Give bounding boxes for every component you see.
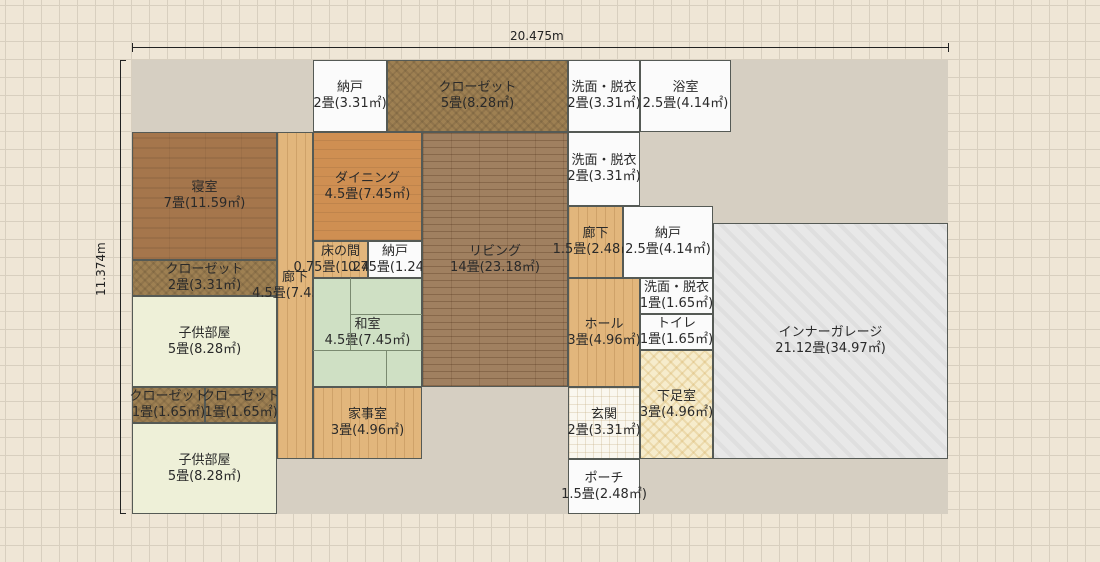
tatami-seam-3 — [313, 350, 422, 351]
room-kids-2[interactable]: 子供部屋 5畳(8.28㎡) — [132, 423, 277, 514]
height-dimension-tick-top — [120, 60, 126, 61]
room-name: 洗面・脱衣 — [571, 80, 637, 95]
room-genkan[interactable]: 玄関 2畳(3.31㎡) — [567, 387, 641, 459]
room-toilet[interactable]: トイレ 1畳(1.65㎡) — [640, 314, 713, 350]
room-area: 21.12畳(34.97㎡) — [775, 341, 886, 356]
room-area: 5畳(8.28㎡) — [167, 341, 242, 357]
room-name: 下足室 — [656, 388, 696, 404]
room-name: 廊下 — [582, 226, 609, 241]
height-dimension-tick-bottom — [120, 513, 126, 514]
room-nando-3[interactable]: 納戸 0.75畳(1.24㎡) — [348, 241, 442, 278]
room-area: 5畳(8.28㎡) — [440, 96, 515, 111]
room-nando-1[interactable]: 納戸 2畳(3.31㎡) — [313, 60, 387, 132]
room-name: 納戸 — [654, 226, 681, 241]
room-closet-kids-1[interactable]: クローゼット 1畳(1.65㎡) — [129, 387, 208, 423]
room-dining[interactable]: ダイニング 4.5畳(7.45㎡) — [313, 132, 422, 241]
room-name: リビング — [468, 243, 521, 259]
room-area: 2.5畳(4.14㎡) — [642, 96, 729, 111]
room-name: 納戸 — [336, 80, 363, 95]
room-area: 1畳(1.65㎡) — [639, 332, 714, 347]
room-name: 浴室 — [672, 80, 699, 95]
room-area: 1畳(1.65㎡) — [131, 405, 206, 420]
room-area: 1.5畳(2.48㎡) — [561, 486, 647, 502]
room-name: ダイニング — [334, 170, 400, 186]
room-area: 1畳(1.65㎡) — [204, 405, 278, 420]
room-closet-kids-2[interactable]: クローゼット 1畳(1.65㎡) — [202, 387, 281, 423]
width-dimension-label: 20.475m — [510, 29, 564, 43]
room-name: クローゼット — [129, 389, 208, 404]
room-area: 4.5畳(7.45㎡) — [324, 186, 411, 202]
room-name: 納戸 — [381, 243, 408, 259]
room-area: 2.5畳(4.14㎡) — [625, 242, 711, 257]
room-name: 床の間 — [320, 243, 360, 259]
room-senmen-2[interactable]: 洗面・脱衣 2畳(3.31㎡) — [567, 132, 641, 206]
room-senmen-1[interactable]: 洗面・脱衣 2畳(3.31㎡) — [567, 60, 641, 132]
room-hallway-2[interactable]: 廊下 4.5畳(7.45㎡) — [252, 132, 338, 459]
room-name: 洗面・脱衣 — [643, 280, 709, 295]
room-area: 2畳(3.31㎡) — [313, 96, 387, 111]
room-name: クローゼット — [165, 262, 244, 277]
room-hallway-1[interactable]: 廊下 1.5畳(2.48㎡) — [553, 206, 638, 278]
tatami-seam-2 — [350, 314, 422, 315]
room-area: 5畳(8.28㎡) — [167, 468, 242, 484]
room-name: ポーチ — [584, 470, 624, 486]
room-hall[interactable]: ホール 3畳(4.96㎡) — [567, 278, 641, 387]
room-name: 玄関 — [590, 407, 617, 422]
room-name: 寝室 — [191, 180, 218, 195]
room-area: 3畳(4.96㎡) — [567, 332, 641, 348]
room-senmen-3[interactable]: 洗面・脱衣 1畳(1.65㎡) — [640, 278, 713, 314]
width-dimension-tick-left — [132, 43, 133, 52]
room-name: 洗面・脱衣 — [571, 153, 637, 168]
room-closet-top[interactable]: クローゼット 5畳(8.28㎡) — [387, 60, 568, 132]
room-area: 2畳(3.31㎡) — [567, 96, 641, 111]
room-area: 2畳(3.31㎡) — [567, 169, 641, 184]
room-name: インナーガレージ — [778, 325, 883, 340]
room-area: 2畳(3.31㎡) — [167, 278, 242, 293]
room-area: 2畳(3.31㎡) — [567, 423, 641, 438]
room-name: トイレ — [656, 316, 696, 331]
height-dimension-label: 11.374m — [94, 242, 108, 296]
tatami-seam-4 — [386, 350, 387, 387]
room-area: 7畳(11.59㎡) — [163, 196, 246, 211]
room-name: ホール — [584, 316, 624, 332]
height-dimension-line — [120, 60, 121, 514]
room-area: 3畳(4.96㎡) — [330, 423, 405, 438]
room-bath[interactable]: 浴室 2.5畳(4.14㎡) — [640, 60, 731, 132]
room-name: 家事室 — [347, 407, 387, 422]
room-name: 子供部屋 — [178, 325, 231, 341]
room-living[interactable]: リビング 14畳(23.18㎡) — [422, 132, 568, 387]
floor-plan: 20.475m 11.374m 納戸 2畳(3.31㎡) クローゼット 5畳(8… — [0, 0, 1100, 562]
room-name: クローゼット — [438, 80, 517, 95]
room-shoe-room[interactable]: 下足室 3畳(4.96㎡) — [640, 350, 713, 459]
room-name: 子供部屋 — [178, 452, 231, 468]
room-kids-1[interactable]: 子供部屋 5畳(8.28㎡) — [132, 296, 277, 387]
width-dimension-tick-right — [948, 43, 949, 52]
room-name: クローゼット — [202, 389, 281, 404]
room-area: 4.5畳(7.45㎡) — [324, 332, 411, 348]
room-name: 和室 — [354, 316, 381, 332]
room-area: 1畳(1.65㎡) — [639, 296, 714, 311]
room-area: 14畳(23.18㎡) — [450, 259, 540, 275]
room-washitsu[interactable]: 和室 4.5畳(7.45㎡) — [313, 278, 422, 387]
room-inner-garage[interactable]: インナーガレージ 21.12畳(34.97㎡) — [713, 223, 948, 459]
room-nando-2[interactable]: 納戸 2.5畳(4.14㎡) — [623, 206, 713, 278]
width-dimension-line — [132, 47, 948, 48]
room-porch[interactable]: ポーチ 1.5畳(2.48㎡) — [561, 459, 647, 514]
room-area: 3畳(4.96㎡) — [639, 404, 714, 420]
room-kajishitsu[interactable]: 家事室 3畳(4.96㎡) — [313, 387, 422, 459]
room-bedroom[interactable]: 寝室 7畳(11.59㎡) — [132, 132, 277, 260]
